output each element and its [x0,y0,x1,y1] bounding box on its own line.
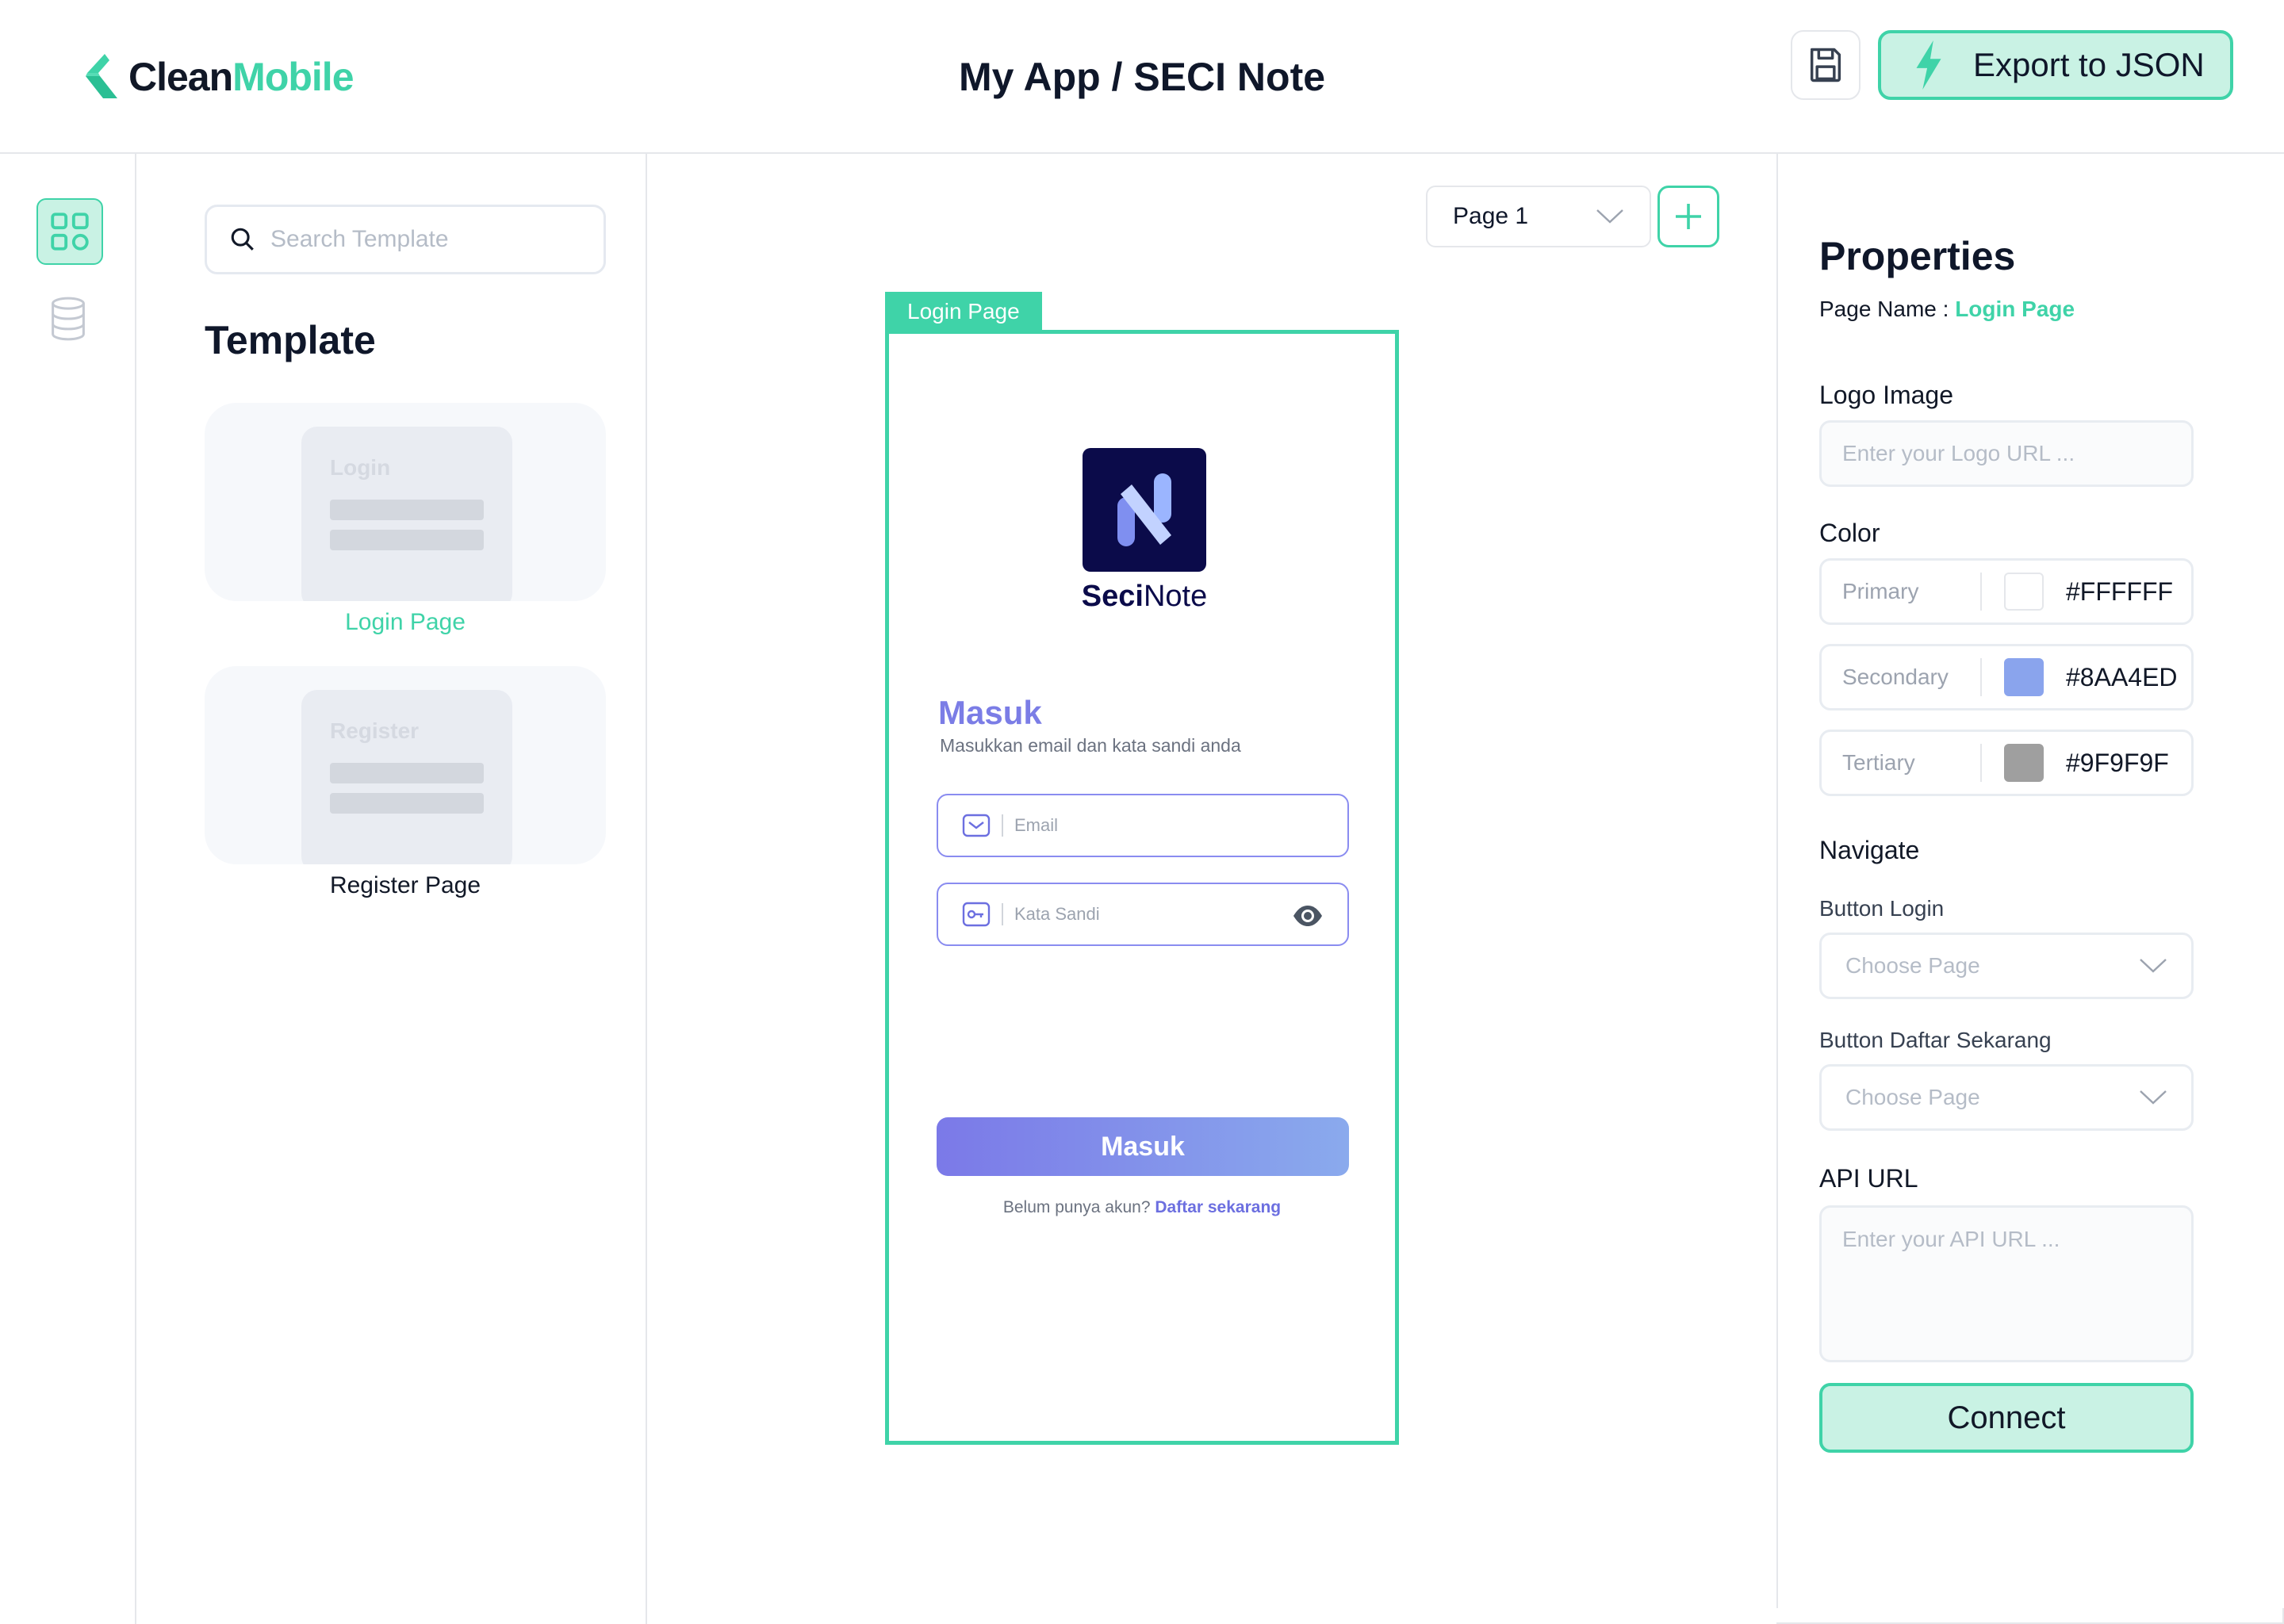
logo-image-label: Logo Image [1819,381,1954,409]
page-name-value: Login Page [1955,297,2075,321]
add-page-button[interactable] [1657,186,1719,247]
plus-icon [1676,204,1701,229]
template-thumbnail: Login [301,427,512,601]
login-button[interactable]: Masuk [937,1117,1349,1176]
grid-icon [51,213,89,251]
password-field[interactable]: Kata Sandi [937,883,1349,946]
api-url-input[interactable]: Enter your API URL ... [1819,1205,2194,1362]
thumbnail-title: Register [330,718,420,743]
properties-panel: Properties Page Name : Login Page Logo I… [1776,154,2284,1608]
color-swatch-primary[interactable] [2004,573,2044,611]
api-url-placeholder: Enter your API URL ... [1842,1227,2060,1251]
template-thumbnail: Register [301,690,512,864]
color-hex: #FFFFFF [2066,576,2174,606]
field-separator [1002,814,1003,837]
template-card-login[interactable]: Login [205,403,606,601]
top-header: CleanMobile My App / SECI Note Export to… [0,0,2284,154]
templates-nav-button[interactable] [36,198,103,265]
export-json-button[interactable]: Export to JSON [1878,30,2233,100]
color-swatch-tertiary[interactable] [2004,744,2044,782]
thumbnail-bar [330,530,484,550]
button-daftar-label: Button Daftar Sekarang [1819,1028,2052,1052]
color-name: Primary [1842,579,1919,603]
secinote-logo-icon [1117,473,1171,546]
login-subheading: Masukkan email dan kata sandi anda [940,735,1241,756]
left-rail [0,154,136,1624]
phone-frame[interactable]: SeciNote Masuk Masukkan email dan kata s… [885,330,1399,1445]
button-login-select-value: Choose Page [1845,953,1980,978]
button-daftar-select[interactable]: Choose Page [1819,1064,2194,1131]
template-card-register[interactable]: Register [205,666,606,864]
template-heading: Template [205,318,376,362]
design-canvas: Page 1 Login Page SeciNote Masuk Masukka… [647,154,1776,1624]
frame-label[interactable]: Login Page [885,292,1042,331]
save-button[interactable] [1791,30,1861,100]
search-icon [231,228,254,251]
thumbnail-bar [330,793,484,814]
color-name: Tertiary [1842,750,1915,775]
template-caption-register[interactable]: Register Page [205,872,606,899]
chevron-down-icon [1596,209,1623,224]
template-panel: Template Login Login Page Register Regis… [136,154,647,1624]
thumbnail-bar [330,500,484,520]
color-hex: #8AA4ED [2066,662,2178,691]
chevron-down-icon [2140,959,2167,973]
export-json-label: Export to JSON [1973,46,2205,83]
register-link[interactable]: Daftar sekarang [1155,1198,1281,1216]
key-icon [962,902,991,927]
color-name: Secondary [1842,665,1949,689]
login-heading: Masuk [938,694,1042,731]
search-input[interactable] [270,226,588,253]
logo-url-placeholder: Enter your Logo URL ... [1842,441,2075,465]
password-placeholder: Kata Sandi [1014,904,1100,924]
cleanmobile-logo-icon [86,54,117,98]
save-icon [1810,48,1841,82]
color-hex: #9F9F9F [2066,748,2169,777]
page-title: My App / SECI Note [958,55,1326,99]
button-daftar-select-value: Choose Page [1845,1085,1980,1109]
color-separator [1980,573,1982,611]
color-separator [1980,744,1982,782]
color-tertiary-row[interactable]: Tertiary #9F9F9F [1819,730,2194,796]
chevron-down-icon [2140,1090,2167,1105]
color-swatch-secondary[interactable] [2004,658,2044,696]
connect-button[interactable]: Connect [1819,1383,2194,1453]
email-field[interactable]: Email [937,794,1349,857]
page-select-value: Page 1 [1453,203,1529,229]
app-name: SeciNote [1081,580,1208,613]
email-placeholder: Email [1014,815,1059,835]
template-caption-login[interactable]: Login Page [205,609,606,636]
color-secondary-row[interactable]: Secondary #8AA4ED [1819,644,2194,710]
color-label: Color [1819,519,1880,547]
logo-url-input[interactable]: Enter your Logo URL ... [1819,420,2194,487]
field-separator [1002,903,1003,925]
button-login-label: Button Login [1819,896,1945,921]
thumbnail-title: Login [330,455,391,480]
register-prompt: Belum punya akun? Daftar sekarang [1002,1198,1282,1216]
properties-heading: Properties [1819,234,2016,278]
color-primary-row[interactable]: Primary #FFFFFF [1819,558,2194,625]
app-logo [1083,448,1206,572]
api-url-label: API URL [1819,1164,1918,1193]
brand-logo[interactable]: CleanMobile [82,52,354,102]
color-separator [1980,658,1982,696]
button-login-select[interactable]: Choose Page [1819,933,2194,999]
brand-name: CleanMobile [128,55,354,99]
mail-icon [962,813,991,838]
page-select[interactable]: Page 1 [1426,186,1651,247]
template-search[interactable] [205,205,606,274]
page-name-row: Page Name : Login Page [1819,297,2075,321]
eye-icon[interactable] [1292,902,1324,930]
lightning-icon [1916,40,1941,90]
database-icon[interactable] [48,297,89,341]
thumbnail-bar [330,763,484,783]
navigate-label: Navigate [1819,836,1920,864]
